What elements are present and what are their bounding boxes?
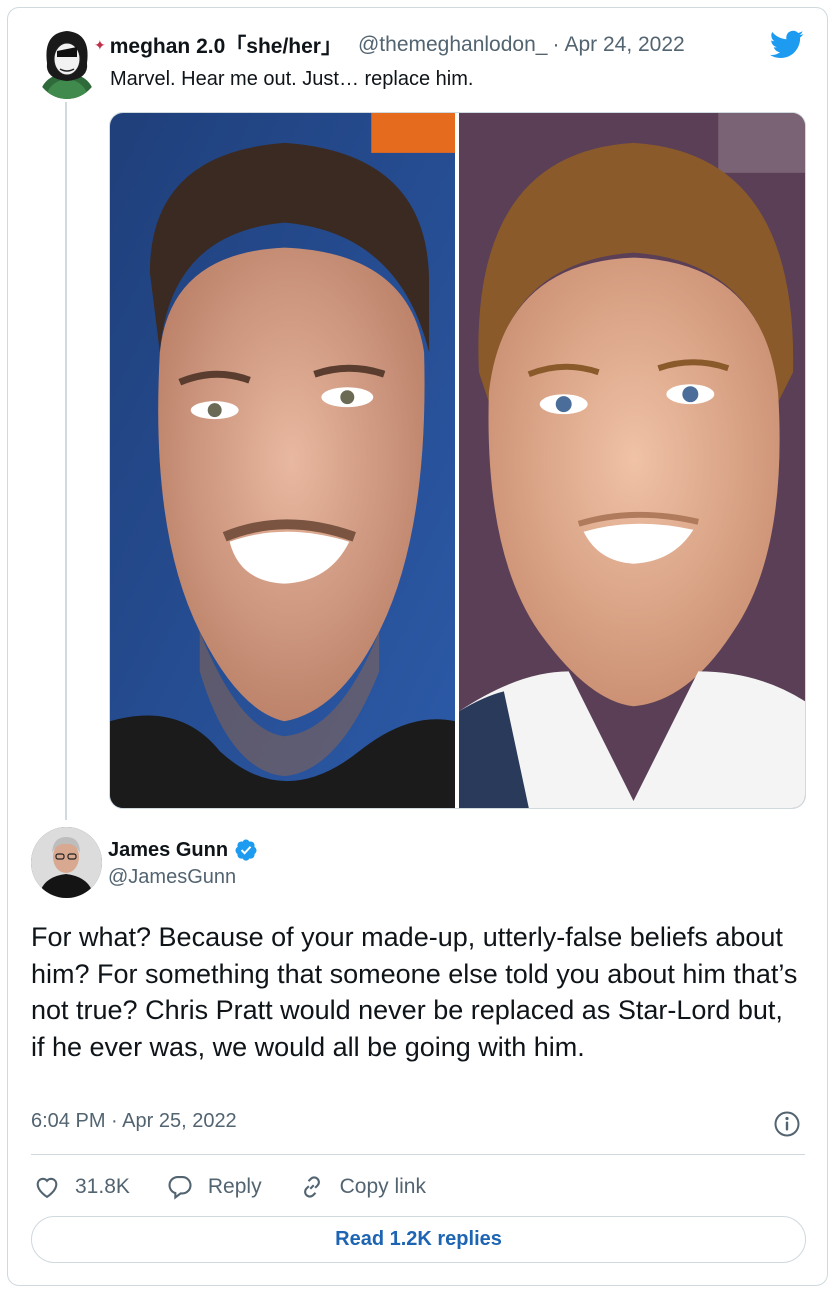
like-count: 31.8K (75, 1175, 130, 1198)
quoted-author-avatar[interactable] (33, 23, 101, 99)
copy-link-label: Copy link (339, 1175, 426, 1198)
quoted-date-separator: · (552, 33, 560, 56)
author-avatar[interactable] (31, 827, 102, 898)
author-name-row: James Gunn (108, 836, 258, 864)
like-button[interactable]: 31.8K (33, 1173, 130, 1201)
reply-button[interactable]: Reply (166, 1173, 262, 1201)
photo-left[interactable] (110, 113, 455, 808)
actions-divider (31, 1154, 805, 1155)
heart-icon (36, 1177, 58, 1199)
twitter-bird-icon[interactable] (768, 27, 806, 61)
info-icon[interactable] (773, 1110, 801, 1138)
photo-right[interactable] (459, 113, 805, 808)
quoted-author-handle[interactable]: @themeghanlodon_ (358, 33, 547, 57)
quoted-tweet-text: Marvel. Hear me out. Just… replace him. (110, 68, 474, 90)
copy-link-button[interactable]: Copy link (298, 1173, 426, 1201)
author-handle[interactable]: @JamesGunn (108, 866, 236, 889)
link-icon (303, 1176, 320, 1198)
quoted-tweet-media[interactable] (109, 112, 806, 809)
quoted-author-row: ✦ meghan 2.0「she/her」 @themeghanlodon_ ·… (94, 30, 685, 60)
author-name[interactable]: James Gunn (108, 839, 228, 862)
reply-label: Reply (207, 1175, 262, 1198)
tweet-timestamp[interactable]: 6:04 PM · Apr 25, 2022 (31, 1110, 237, 1133)
tweet-text: For what? Because of your made-up, utter… (31, 922, 798, 1062)
thread-connector-line (65, 102, 67, 820)
quoted-author-name[interactable]: meghan 2.0「she/her」 (110, 30, 342, 60)
tweet-actions: 31.8K Reply Copy link (33, 1167, 462, 1207)
verified-badge-icon (235, 839, 257, 861)
quoted-tweet-date[interactable]: Apr 24, 2022 (564, 33, 684, 57)
read-replies-button[interactable]: Read 1.2K replies (31, 1216, 806, 1263)
blood-drip-icon: ✦ (94, 36, 106, 53)
reply-bubble-icon (168, 1176, 192, 1200)
